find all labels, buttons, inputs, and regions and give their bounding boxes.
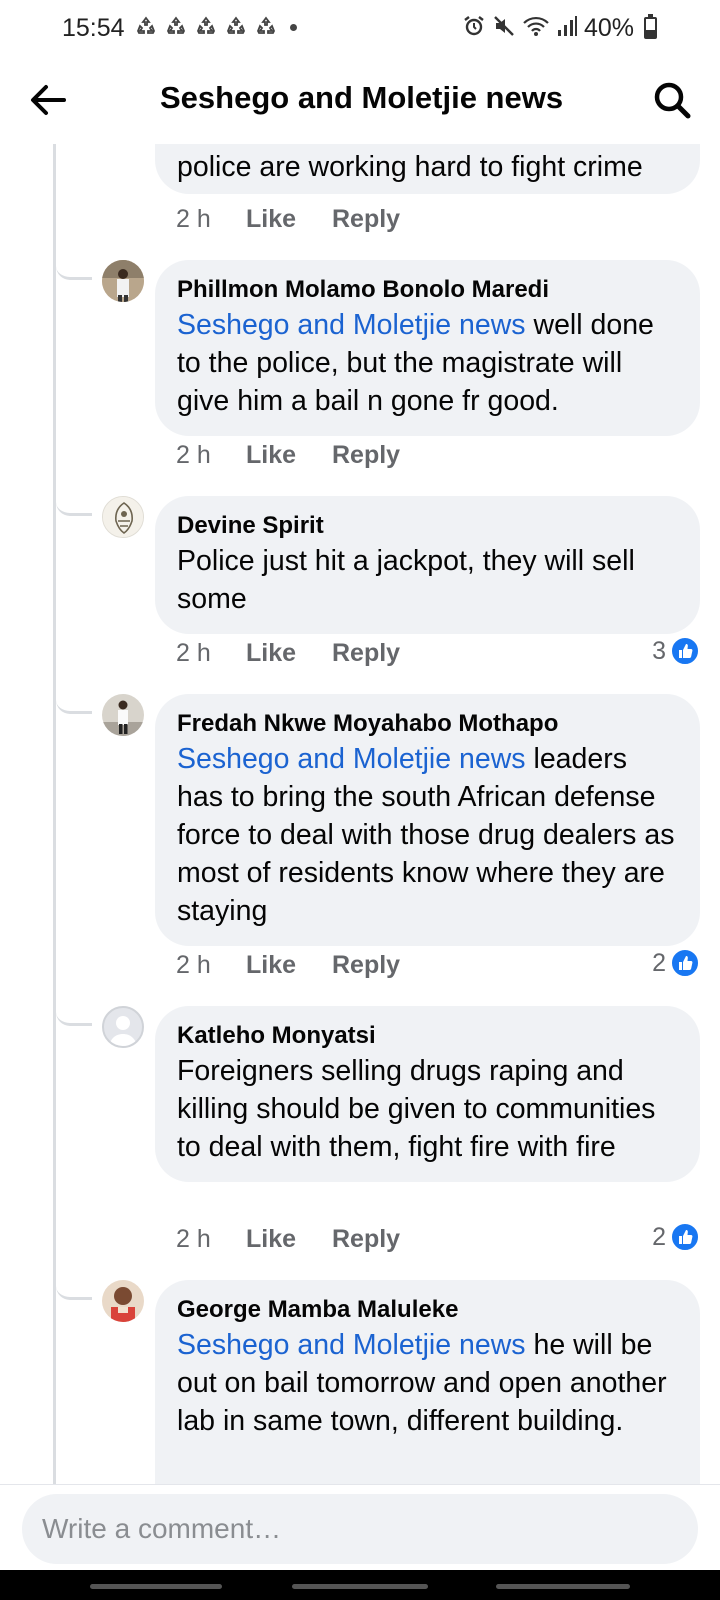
recycle-icon — [257, 16, 275, 34]
status-time: 15:54 — [62, 14, 125, 42]
recycle-icon — [137, 16, 155, 34]
reply-button[interactable]: Reply — [332, 205, 400, 234]
reaction-count: 2 — [652, 948, 666, 977]
page-title: Seshego and Moletjie news — [160, 80, 564, 115]
thread-line — [53, 144, 56, 1484]
comment-bubble: Katleho Monyatsi Foreigners selling drug… — [155, 1006, 700, 1182]
header: Seshego and Moletjie news — [0, 56, 720, 144]
comment-time: 2 h — [176, 205, 211, 233]
reaction-summary[interactable]: 2 — [652, 948, 700, 978]
comment-actions: 2 h Like Reply — [176, 205, 400, 234]
comment-time: 2 h — [176, 951, 211, 979]
system-nav-bar — [0, 1570, 720, 1600]
emblem-image — [103, 497, 143, 537]
status-bar: 15:54 40% — [0, 0, 720, 56]
comment-author[interactable]: Katleho Monyatsi — [177, 1020, 678, 1052]
comment-bubble: Devine Spirit Police just hit a jackpot,… — [155, 496, 700, 634]
comment-actions: 2 h Like Reply — [176, 1225, 400, 1254]
comment-bubble: Fredah Nkwe Moyahabo Mothapo Seshego and… — [155, 694, 700, 946]
back-arrow-icon — [31, 85, 66, 115]
like-button[interactable]: Like — [246, 1225, 332, 1254]
nav-recents-button[interactable] — [90, 1584, 222, 1589]
reaction-summary[interactable]: 2 — [652, 1222, 700, 1252]
back-button[interactable] — [26, 78, 70, 122]
recycle-icon — [227, 16, 245, 34]
comment-author[interactable]: Fredah Nkwe Moyahabo Mothapo — [177, 708, 678, 740]
comment-text: Seshego and Moletjie news he will be out… — [177, 1329, 667, 1437]
thumbs-up-icon — [670, 1222, 700, 1252]
comment-bubble: Phillmon Molamo Bonolo Maredi Seshego an… — [155, 260, 700, 436]
comment-text: Police just hit a jackpot, they will sel… — [177, 545, 635, 615]
comment-actions: 2 h Like Reply — [176, 951, 400, 980]
dot-icon — [290, 23, 297, 31]
comment-text: Seshego and Moletjie news leaders has to… — [177, 743, 675, 927]
nav-back-button[interactable] — [496, 1584, 630, 1589]
reply-button[interactable]: Reply — [332, 1225, 400, 1254]
nav-home-button[interactable] — [292, 1584, 428, 1589]
thumbs-up-icon — [670, 636, 700, 666]
signal-icon — [558, 16, 577, 36]
comment-text: police are working hard to fight crime — [177, 151, 643, 183]
system-icons — [462, 14, 578, 38]
person-photo — [102, 694, 144, 736]
comment-input[interactable] — [42, 1494, 682, 1564]
alarm-icon — [464, 16, 484, 36]
comment-text: Foreigners selling drugs raping and kill… — [177, 1055, 656, 1163]
thumbs-up-icon — [670, 948, 700, 978]
mention-link[interactable]: Seshego and Moletjie news — [177, 743, 526, 775]
like-button[interactable]: Like — [246, 441, 332, 470]
like-button[interactable]: Like — [246, 951, 332, 980]
default-avatar-icon[interactable] — [102, 1006, 144, 1048]
person-photo — [102, 260, 144, 302]
comment-time: 2 h — [176, 639, 211, 667]
recycle-icon — [167, 16, 185, 34]
wifi-icon — [523, 16, 549, 36]
avatar[interactable] — [102, 260, 144, 302]
comment-time: 2 h — [176, 1225, 211, 1253]
mention-link[interactable]: Seshego and Moletjie news — [177, 1329, 526, 1361]
comment-time: 2 h — [176, 441, 211, 469]
comment-actions: 2 h Like Reply — [176, 441, 400, 470]
comment-actions: 2 h Like Reply — [176, 639, 400, 668]
recycle-icon — [197, 16, 215, 34]
reaction-count: 3 — [652, 636, 666, 665]
comment-author[interactable]: Devine Spirit — [177, 510, 678, 542]
search-button[interactable] — [650, 78, 694, 122]
comment-text: Seshego and Moletjie news well done to t… — [177, 309, 654, 417]
battery-icon — [644, 14, 657, 39]
mention-link[interactable]: Seshego and Moletjie news — [177, 309, 526, 341]
composer-divider — [0, 1484, 720, 1485]
avatar[interactable] — [102, 496, 144, 538]
avatar[interactable] — [102, 694, 144, 736]
like-button[interactable]: Like — [246, 639, 332, 668]
person-photo — [102, 1280, 144, 1322]
search-icon — [654, 82, 691, 119]
notification-icons — [134, 15, 297, 39]
comment-author[interactable]: George Mamba Maluleke — [177, 1294, 678, 1326]
battery-percent: 40% — [584, 14, 635, 42]
reply-button[interactable]: Reply — [332, 951, 400, 980]
comment-bubble: George Mamba Maluleke Seshego and Moletj… — [155, 1280, 700, 1485]
reply-button[interactable]: Reply — [332, 639, 400, 668]
like-button[interactable]: Like — [246, 205, 332, 234]
reaction-count: 2 — [652, 1222, 666, 1251]
avatar[interactable] — [102, 1280, 144, 1322]
comment-composer[interactable] — [22, 1494, 698, 1564]
comment-author[interactable]: Phillmon Molamo Bonolo Maredi — [177, 274, 678, 306]
mute-icon — [494, 16, 514, 36]
reply-button[interactable]: Reply — [332, 441, 400, 470]
reaction-summary[interactable]: 3 — [652, 636, 700, 666]
